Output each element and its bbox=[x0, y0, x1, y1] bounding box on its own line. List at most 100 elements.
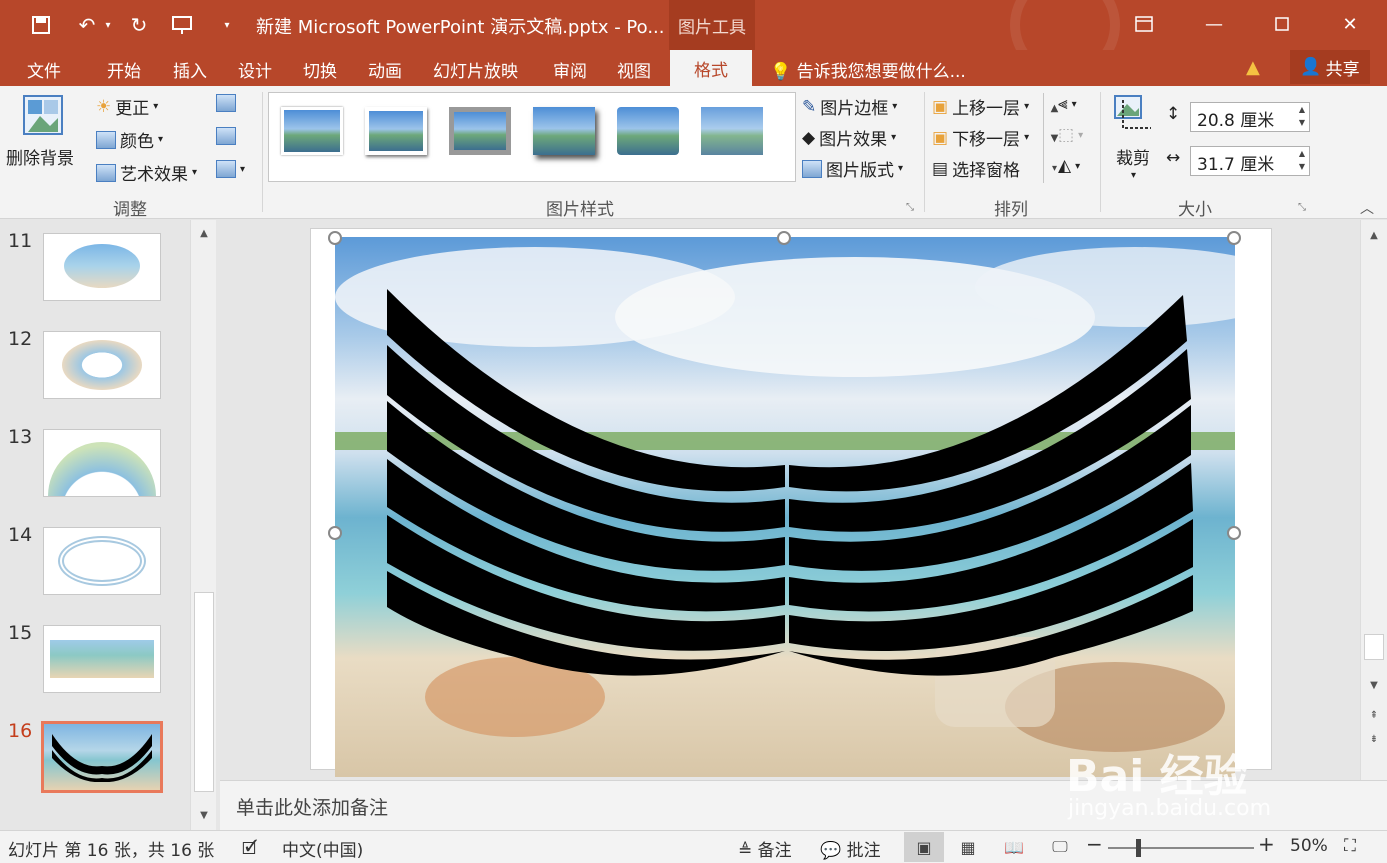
remove-background-icon[interactable] bbox=[22, 94, 64, 136]
notes-label: 备注 bbox=[757, 841, 792, 861]
scroll-down-icon[interactable]: ▼ bbox=[191, 804, 217, 826]
width-spin-down-icon[interactable]: ▼ bbox=[1299, 162, 1305, 171]
send-backward-button[interactable]: ▣ 下移一层 ▾ bbox=[932, 125, 1029, 151]
selection-pane-button[interactable]: ▤ 选择窗格 bbox=[932, 156, 1020, 182]
notes-button[interactable]: ≜ 备注 bbox=[738, 836, 792, 861]
reading-view-icon[interactable]: 📖 bbox=[994, 832, 1034, 862]
slide-thumbnail-13[interactable] bbox=[43, 429, 161, 497]
align-icon[interactable]: ⫷ ▾ bbox=[1058, 94, 1077, 114]
resize-handle-right[interactable] bbox=[1227, 526, 1241, 540]
zoom-out-icon[interactable]: − bbox=[1086, 832, 1103, 856]
editor-scrollbar[interactable]: ▲ ▼ ⇞ ⇟ bbox=[1360, 220, 1387, 780]
picture-style-2[interactable] bbox=[365, 107, 427, 155]
picture-style-1[interactable] bbox=[281, 107, 343, 155]
language-indicator[interactable]: 中文(中国) bbox=[282, 836, 363, 861]
height-spin-down-icon[interactable]: ▼ bbox=[1299, 118, 1305, 127]
zoom-slider-knob[interactable] bbox=[1136, 839, 1141, 857]
remove-background-button[interactable]: 删除背景 bbox=[6, 144, 74, 169]
slide-thumbnail-14[interactable] bbox=[43, 527, 161, 595]
dropdown-arrow-icon: ▾ bbox=[891, 132, 897, 143]
scroll-thumb[interactable] bbox=[194, 592, 214, 792]
scroll-up-icon[interactable]: ▲ bbox=[1361, 224, 1387, 246]
height-spin-up-icon[interactable]: ▲ bbox=[1299, 105, 1305, 114]
spell-check-icon[interactable]: 🗹 bbox=[242, 836, 257, 863]
crop-dropdown-icon[interactable]: ▾ bbox=[1131, 170, 1136, 181]
slideshow-view-icon[interactable]: 🖵 bbox=[1040, 832, 1080, 862]
tab-view[interactable]: 视图 bbox=[617, 57, 651, 82]
artistic-effects-button[interactable]: 艺术效果 ▾ bbox=[96, 160, 197, 185]
save-icon[interactable] bbox=[26, 10, 56, 40]
height-field[interactable]: 20.8 厘米 ▲ ▼ bbox=[1190, 102, 1310, 132]
previous-slide-icon[interactable]: ⇞ bbox=[1361, 704, 1387, 726]
close-icon[interactable]: ✕ bbox=[1320, 0, 1380, 48]
tell-me-search[interactable]: 💡 告诉我您想要做什么... bbox=[770, 57, 966, 82]
slide-thumbnail-12[interactable] bbox=[43, 331, 161, 399]
next-slide-icon[interactable]: ⇟ bbox=[1361, 728, 1387, 750]
color-button[interactable]: 颜色 ▾ bbox=[96, 127, 163, 152]
resize-handle-left[interactable] bbox=[328, 526, 342, 540]
zoom-in-icon[interactable]: + bbox=[1258, 832, 1275, 856]
picture-style-5[interactable] bbox=[617, 107, 679, 155]
picture-style-6[interactable] bbox=[701, 107, 763, 155]
slide-thumbnail-11[interactable] bbox=[43, 233, 161, 301]
notes-placeholder[interactable]: 单击此处添加备注 bbox=[236, 793, 388, 820]
tab-insert[interactable]: 插入 bbox=[173, 57, 207, 82]
collapse-ribbon-icon[interactable]: ︿ bbox=[1360, 198, 1374, 218]
resize-handle-top[interactable] bbox=[777, 231, 791, 245]
tab-slideshow[interactable]: 幻灯片放映 bbox=[433, 57, 518, 82]
corrections-button[interactable]: ☀ 更正 ▾ bbox=[96, 94, 158, 120]
resize-handle-top-left[interactable] bbox=[328, 231, 342, 245]
picture-effects-button[interactable]: ◆ 图片效果 ▾ bbox=[802, 125, 897, 151]
tab-transitions[interactable]: 切换 bbox=[303, 57, 337, 82]
tab-file[interactable]: 文件 bbox=[27, 57, 61, 82]
picture-styles-gallery[interactable]: ▲ ▼ ▾ bbox=[268, 92, 1058, 183]
change-picture-icon[interactable] bbox=[216, 127, 236, 145]
picture-style-4[interactable] bbox=[533, 107, 595, 155]
picture-style-3[interactable] bbox=[449, 107, 511, 155]
undo-icon[interactable]: ↶ bbox=[72, 10, 102, 40]
picture-layout-button[interactable]: 图片版式 ▾ bbox=[802, 156, 903, 181]
resize-handle-top-right[interactable] bbox=[1227, 231, 1241, 245]
bring-forward-button[interactable]: ▣ 上移一层 ▾ bbox=[932, 94, 1029, 120]
rotate-icon[interactable]: ◭ ▾ bbox=[1058, 156, 1080, 176]
reset-picture-icon[interactable]: ▾ bbox=[216, 160, 245, 178]
warning-icon[interactable]: ▲ bbox=[1246, 57, 1260, 78]
undo-dropdown-icon[interactable]: ▾ bbox=[100, 10, 116, 40]
present-from-start-icon[interactable] bbox=[168, 10, 198, 40]
slide-thumbnail-16[interactable] bbox=[41, 721, 163, 793]
normal-view-icon[interactable]: ▣ bbox=[904, 832, 944, 862]
picture-border-button[interactable]: ✎ 图片边框 ▾ bbox=[802, 94, 897, 120]
crop-icon[interactable] bbox=[1113, 94, 1157, 138]
scroll-thumb[interactable] bbox=[1364, 634, 1384, 660]
group-objects-icon[interactable]: ⬚ ▾ bbox=[1058, 125, 1083, 145]
scroll-down-icon[interactable]: ▼ bbox=[1361, 674, 1387, 696]
slide-number: 13 bbox=[8, 426, 33, 448]
customize-toolbar-icon[interactable]: ▾ bbox=[212, 10, 242, 40]
send-backward-icon: ▣ bbox=[932, 127, 949, 148]
redo-icon[interactable]: ↻ bbox=[124, 10, 154, 40]
width-field[interactable]: 31.7 厘米 ▲ ▼ bbox=[1190, 146, 1310, 176]
minimize-icon[interactable]: — bbox=[1184, 0, 1244, 48]
ribbon-display-options-icon[interactable] bbox=[1114, 0, 1174, 48]
crop-button[interactable]: 裁剪 bbox=[1116, 144, 1150, 169]
share-button[interactable]: 👤 共享 bbox=[1290, 50, 1370, 84]
width-spin-up-icon[interactable]: ▲ bbox=[1299, 149, 1305, 158]
size-dialog-launcher-icon[interactable]: ⤡ bbox=[1298, 202, 1306, 213]
dialog-launcher-icon[interactable]: ⤡ bbox=[906, 202, 914, 213]
fit-to-window-icon[interactable]: ⛶ bbox=[1344, 836, 1356, 856]
zoom-slider-track[interactable] bbox=[1108, 847, 1254, 849]
tab-format[interactable]: 格式 bbox=[670, 50, 752, 86]
slide-thumbnail-15[interactable] bbox=[43, 625, 161, 693]
slide-pane-scrollbar[interactable]: ▲ ▼ bbox=[190, 220, 216, 830]
tab-home[interactable]: 开始 bbox=[107, 57, 141, 82]
tab-design[interactable]: 设计 bbox=[238, 57, 272, 82]
slide-sorter-view-icon[interactable]: ▦ bbox=[948, 832, 988, 862]
zoom-level[interactable]: 50% bbox=[1290, 836, 1328, 856]
compress-pictures-icon[interactable] bbox=[216, 94, 236, 112]
tab-animations[interactable]: 动画 bbox=[368, 57, 402, 82]
selected-picture[interactable] bbox=[335, 237, 1235, 777]
tab-review[interactable]: 审阅 bbox=[553, 57, 587, 82]
scroll-up-icon[interactable]: ▲ bbox=[191, 222, 217, 244]
maximize-icon[interactable] bbox=[1252, 0, 1312, 48]
comments-button[interactable]: 💬 批注 bbox=[820, 836, 881, 861]
